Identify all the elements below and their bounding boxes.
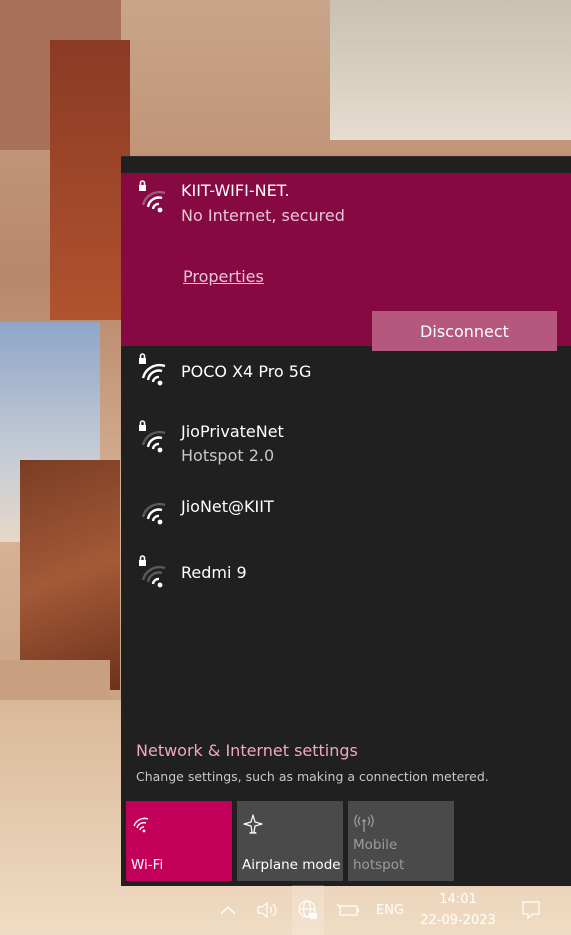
battery-button[interactable] [334,885,362,935]
network-item[interactable]: JioPrivateNet Hotspot 2.0 [121,415,571,475]
network-name: JioPrivateNet [181,422,284,441]
input-language-button[interactable]: ENG [370,885,410,935]
network-settings-description: Change settings, such as making a connec… [136,769,489,784]
network-name: POCO X4 Pro 5G [181,362,312,381]
tile-label: Wi-Fi [131,857,164,873]
clock[interactable]: 14:01 22-09-2023 [410,889,506,931]
network-name: JioNet@KIIT [181,497,274,516]
tile-label: Mobile hotspot [353,837,405,873]
mobile-hotspot-tile[interactable]: Mobile hotspot [348,801,454,881]
show-hidden-icons-button[interactable] [214,885,242,935]
wifi-toggle-tile[interactable]: Wi-Fi [126,801,232,881]
notification-icon [521,900,541,920]
tile-label: Airplane mode [242,857,341,873]
network-name: KIIT-WIFI-NET. [181,181,290,200]
network-button[interactable] [292,885,324,935]
network-item-selected[interactable]: KIIT-WIFI-NET. No Internet, secured Prop… [121,173,571,351]
taskbar-tray: ENG 14:01 22-09-2023 [0,885,571,935]
hotspot-icon [353,813,375,835]
wifi-icon [131,813,153,835]
airplane-mode-tile[interactable]: Airplane mode [237,801,343,881]
wifi-flyout: KIIT-WIFI-NET. No Internet, secured Prop… [121,156,571,886]
volume-button[interactable] [253,885,281,935]
wifi-secured-full-icon [135,352,171,388]
wifi-open-strong-icon [135,491,171,527]
network-item[interactable]: JioNet@KIIT [121,487,571,537]
globe-network-icon [297,899,319,921]
network-status: No Internet, secured [181,206,345,225]
action-center-button[interactable] [516,885,546,935]
network-settings-link[interactable]: Network & Internet settings [136,741,358,760]
network-item[interactable]: POCO X4 Pro 5G [121,346,571,406]
clock-date: 22-09-2023 [420,913,496,928]
wifi-secured-weak-icon [135,554,171,590]
language-indicator: ENG [375,902,404,918]
clock-time: 14:01 [439,892,477,907]
network-status: Hotspot 2.0 [181,446,275,465]
properties-link[interactable]: Properties [183,267,264,286]
speaker-icon [256,901,278,919]
disconnect-button[interactable]: Disconnect [372,311,557,351]
airplane-icon [242,813,264,835]
network-item[interactable]: Redmi 9 [121,550,571,606]
wifi-secured-weak-icon [135,179,171,215]
wifi-secured-strong-icon [135,419,171,455]
chevron-up-icon [220,905,236,915]
battery-icon [336,903,360,917]
network-name: Redmi 9 [181,563,247,582]
